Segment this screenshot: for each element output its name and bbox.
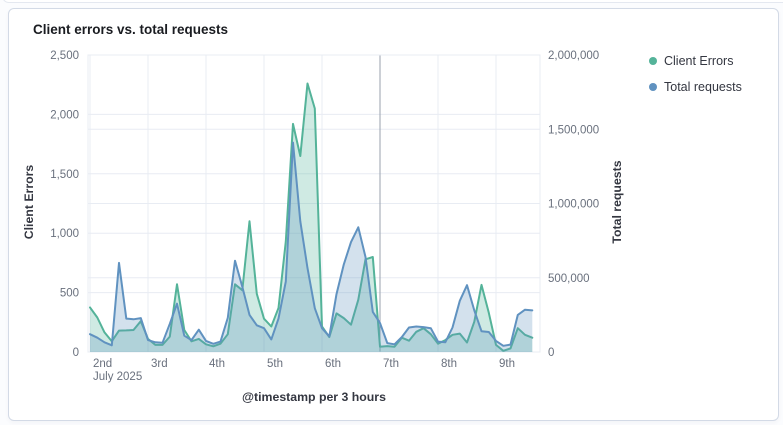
right-axis-tick-0: 0 [548, 347, 554, 359]
legend-dot-client-errors [649, 57, 657, 65]
x-axis-tick-5th: 5th [267, 358, 283, 370]
x-axis-tick-4th: 4th [209, 358, 225, 370]
legend-dot-total-requests [649, 83, 657, 91]
left-axis-tick-1500: 1,500 [50, 169, 79, 181]
left-axis-tick-500: 500 [60, 288, 79, 300]
legend-item-total-requests[interactable]: Total requests [649, 80, 742, 94]
x-axis-tick-6th: 6th [325, 358, 341, 370]
right-axis-tick-1500000: 1,500,000 [548, 124, 599, 136]
left-axis-tick-0: 0 [73, 347, 79, 359]
legend-label-total-requests: Total requests [664, 80, 742, 94]
dashboard-canvas: Client errors vs. total requests 0 500 1,0… [0, 0, 783, 425]
chart-legend: Client Errors Total requests [649, 54, 742, 106]
x-axis-tick-8th: 8th [441, 358, 457, 370]
x-axis-tick-2nd: 2nd [93, 358, 112, 370]
left-axis-title: Client Errors [22, 164, 36, 240]
x-axis-title: @timestamp per 3 hours [242, 390, 386, 404]
left-axis-tick-1000: 1,000 [50, 228, 79, 240]
right-axis-tick-1000000: 1,000,000 [548, 199, 599, 211]
right-axis-tick-2000000: 2,000,000 [548, 50, 599, 62]
x-axis-tick-9th: 9th [499, 358, 515, 370]
right-axis-title: Total requests [610, 160, 624, 244]
left-axis-tick-2500: 2,500 [50, 50, 79, 62]
x-axis-tick-7th: 7th [383, 358, 399, 370]
right-axis-tick-500000: 500,000 [548, 273, 590, 285]
legend-label-client-errors: Client Errors [664, 54, 734, 68]
legend-item-client-errors[interactable]: Client Errors [649, 54, 742, 68]
x-axis-tick-sublabel: July 2025 [93, 371, 142, 383]
x-axis-tick-3rd: 3rd [151, 358, 168, 370]
left-axis-tick-2000: 2,000 [50, 109, 79, 121]
